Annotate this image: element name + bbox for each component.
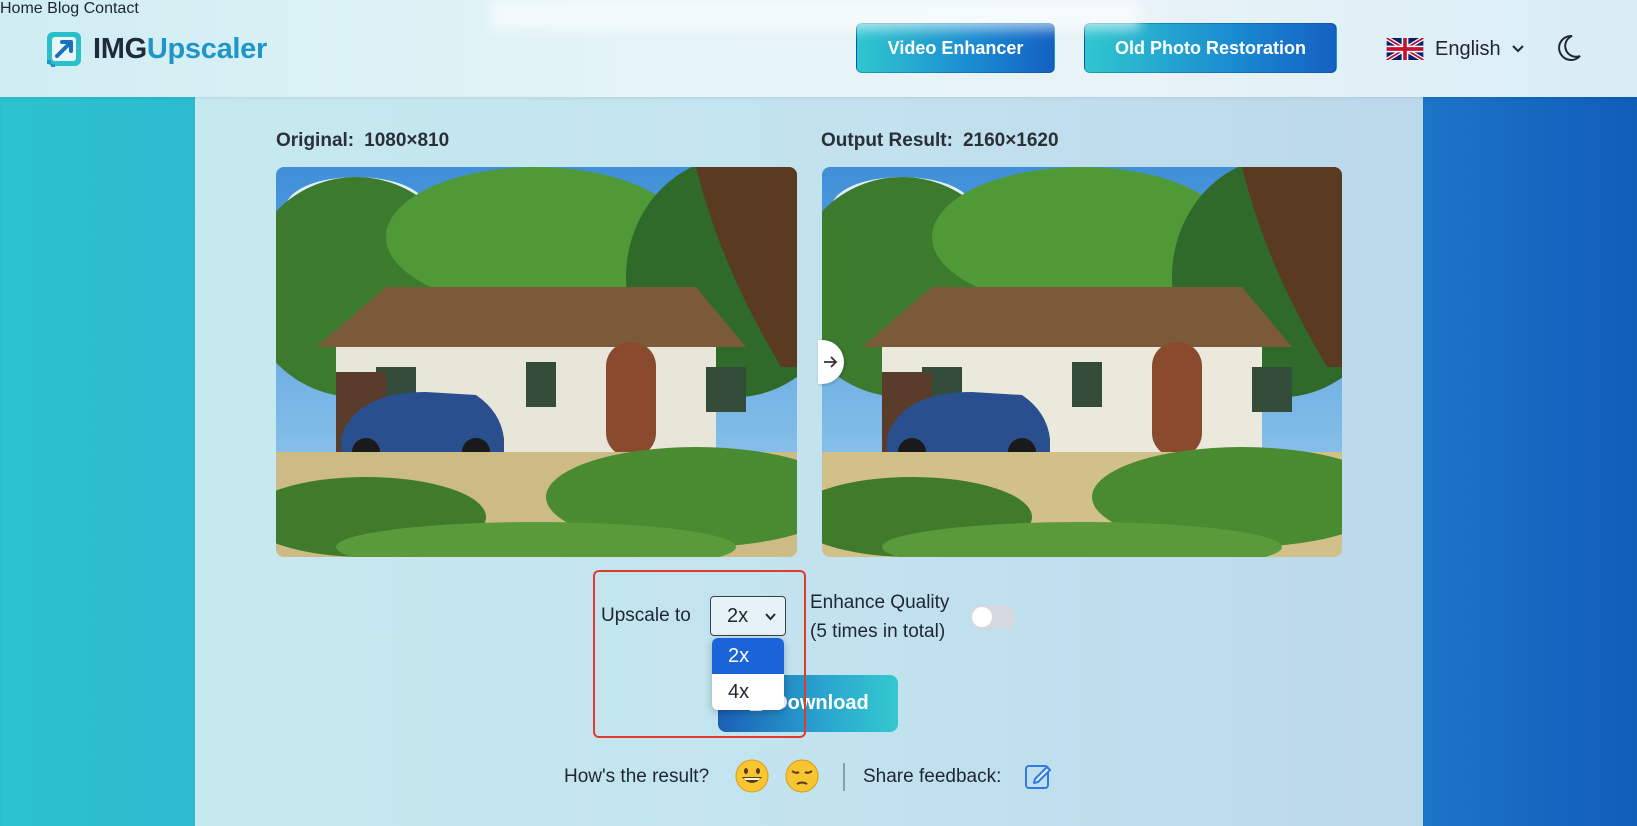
edit-icon[interactable] (1023, 761, 1053, 791)
upscale-select[interactable]: 2x (710, 596, 786, 636)
logo-text: IMGUpscaler (93, 33, 267, 66)
upscale-select-value: 2x (727, 604, 749, 627)
language-label: English (1435, 37, 1501, 60)
moon-icon[interactable] (1556, 34, 1582, 62)
enhance-quality-limit: (5 times in total) (810, 621, 946, 642)
logo-text-img: IMG (93, 32, 147, 65)
original-size: 1080×810 (364, 130, 450, 151)
pensive-face-emoji[interactable] (784, 758, 820, 794)
chevron-down-icon (765, 613, 776, 621)
grinning-face-emoji[interactable] (734, 758, 770, 794)
output-label: Output Result: 2160×1620 (821, 130, 1059, 152)
enhance-quality-title: Enhance Quality (810, 592, 950, 613)
site-logo[interactable]: IMGUpscaler (45, 28, 267, 70)
logo-icon (45, 30, 83, 68)
result-question: How's the result? (564, 766, 710, 787)
upscale-option-4x[interactable]: 4x (712, 674, 784, 710)
download-label: Download (773, 692, 869, 714)
nav-blog[interactable]: Blog (47, 0, 79, 17)
output-image (822, 167, 1342, 557)
output-size: 2160×1620 (962, 130, 1059, 151)
original-image (276, 167, 797, 557)
enhance-quality-label: Enhance Quality (5 times in total) (810, 588, 949, 646)
original-label-text: Original: (276, 130, 355, 151)
original-label: Original: 1080×810 (276, 130, 449, 152)
arrow-right-icon (824, 356, 838, 368)
toggle-knob (972, 607, 992, 627)
chevron-down-icon (1511, 45, 1524, 53)
feedback-divider (843, 763, 845, 791)
output-label-text: Output Result: (821, 130, 953, 151)
uk-flag-icon (1386, 38, 1424, 60)
video-enhancer-button[interactable]: Video Enhancer (856, 23, 1055, 73)
upscale-to-label: Upscale to (601, 605, 691, 626)
nav-contact[interactable]: Contact (84, 0, 139, 17)
nav-home[interactable]: Home (0, 0, 43, 17)
upscale-dropdown-menu: 2x 4x (712, 638, 784, 710)
old-photo-restoration-button[interactable]: Old Photo Restoration (1084, 23, 1337, 73)
enhance-quality-toggle[interactable] (970, 605, 1016, 629)
logo-text-upscaler: Upscaler (146, 32, 267, 65)
language-selector[interactable]: English (1386, 34, 1525, 64)
share-feedback-label: Share feedback: (863, 766, 1002, 787)
upscale-option-2x[interactable]: 2x (712, 638, 784, 674)
header-overlay (490, 0, 1140, 30)
